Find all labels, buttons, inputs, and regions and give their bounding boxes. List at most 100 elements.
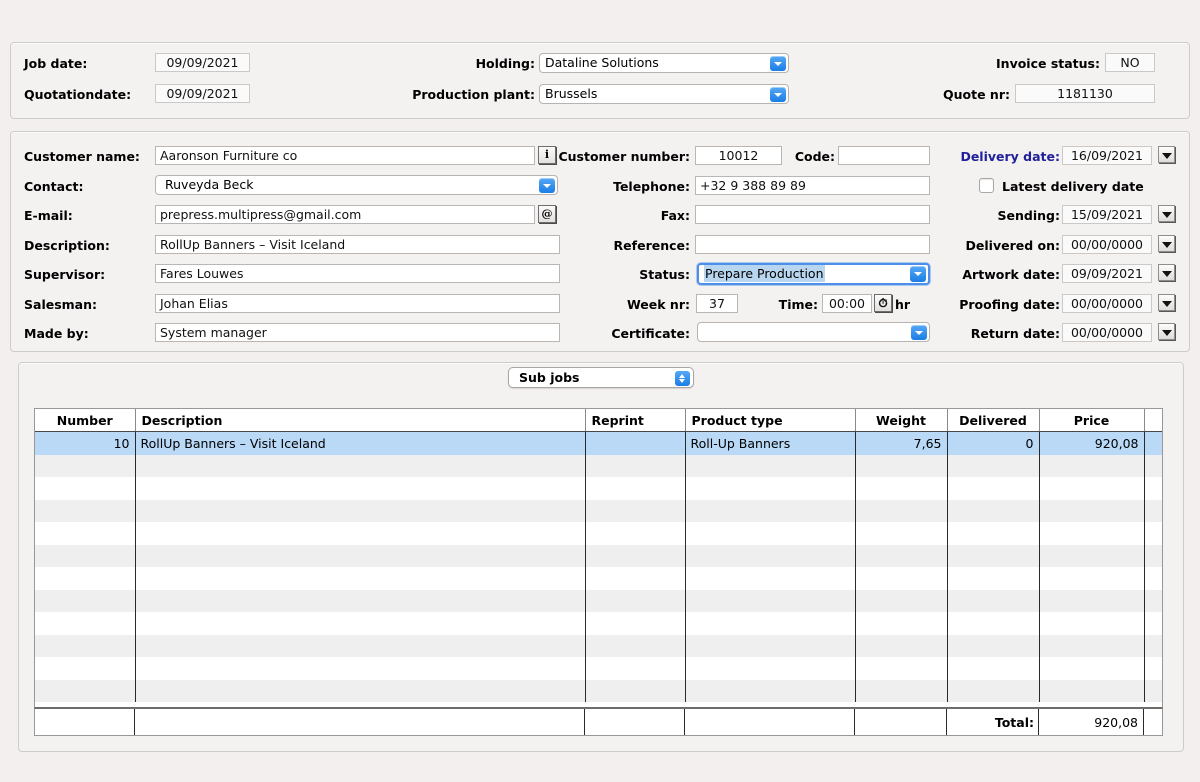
artwork-date-input[interactable]: 09/09/2021 — [1062, 264, 1152, 283]
delivered-on-stepper-icon[interactable] — [1158, 235, 1175, 252]
cell-spacer — [1144, 657, 1162, 680]
latest-delivery-date-checkbox[interactable] — [979, 178, 994, 193]
fax-input[interactable] — [695, 205, 930, 224]
made-by-input[interactable]: System manager — [155, 323, 560, 342]
cell-empty — [947, 612, 1040, 635]
week-nr-label: Week nr: — [626, 297, 690, 312]
cell-delivered: 0 — [947, 431, 1040, 455]
cell-spacer — [1144, 454, 1162, 477]
chevron-down-icon[interactable] — [911, 325, 927, 340]
code-input[interactable] — [838, 146, 930, 165]
cell-weight: 7,65 — [855, 431, 948, 455]
cell-empty — [585, 612, 686, 635]
chevron-down-icon[interactable] — [770, 56, 786, 71]
cell-empty — [855, 454, 948, 477]
table-row[interactable] — [35, 567, 1162, 590]
proofing-date-input[interactable]: 00/00/0000 — [1062, 294, 1152, 313]
table-row[interactable] — [35, 454, 1162, 477]
delivery-date-stepper-icon[interactable] — [1158, 146, 1175, 163]
subjobs-table[interactable]: Number Description Reprint Product type … — [34, 408, 1163, 736]
reference-input[interactable] — [695, 235, 930, 254]
table-row[interactable] — [35, 477, 1162, 500]
delivered-on-label: Delivered on: — [965, 238, 1060, 253]
time-input[interactable]: 00:00 — [822, 294, 872, 313]
contact-combobox[interactable]: Ruveyda Beck — [155, 175, 558, 195]
cell-empty — [585, 544, 686, 567]
table-row[interactable] — [35, 499, 1162, 522]
salesman-label: Salesman: — [24, 297, 97, 312]
time-label: Time: — [778, 297, 818, 312]
column-header-delivered[interactable]: Delivered — [947, 409, 1040, 432]
return-date-stepper-icon[interactable] — [1158, 323, 1175, 340]
cell-empty — [685, 454, 856, 477]
cell-empty — [585, 657, 686, 680]
subjobs-selector[interactable]: Sub jobs — [508, 367, 694, 388]
artwork-date-stepper-icon[interactable] — [1158, 264, 1175, 281]
cell-empty — [685, 612, 856, 635]
column-header-number[interactable]: Number — [35, 409, 136, 432]
cell-empty — [35, 499, 136, 522]
cell-empty — [947, 454, 1040, 477]
certificate-combobox[interactable] — [697, 322, 930, 342]
table-row[interactable] — [35, 544, 1162, 567]
total-divider-2 — [584, 709, 585, 735]
cell-empty — [855, 612, 948, 635]
telephone-label: Telephone: — [613, 179, 690, 194]
column-header-product-type[interactable]: Product type — [685, 409, 856, 432]
chevron-down-icon[interactable] — [539, 178, 555, 193]
holding-combobox[interactable]: Dataline Solutions — [539, 53, 789, 73]
delivery-date-input[interactable]: 16/09/2021 — [1062, 146, 1152, 165]
table-row[interactable] — [35, 522, 1162, 545]
chevron-down-icon[interactable] — [910, 266, 926, 282]
cell-empty — [855, 657, 948, 680]
cell-empty — [947, 657, 1040, 680]
delivered-on-input[interactable]: 00/00/0000 — [1062, 235, 1152, 254]
table-row[interactable] — [35, 612, 1162, 635]
status-combobox[interactable]: Prepare Production — [697, 263, 930, 285]
job-date-field[interactable]: 09/09/2021 — [155, 53, 250, 72]
chevron-down-icon[interactable] — [770, 87, 786, 102]
email-at-icon[interactable]: @ — [538, 205, 556, 223]
sending-input[interactable]: 15/09/2021 — [1062, 205, 1152, 224]
email-input[interactable]: prepress.multipress@gmail.com — [155, 205, 535, 224]
return-date-input[interactable]: 00/00/0000 — [1062, 323, 1152, 342]
table-row[interactable] — [35, 679, 1162, 702]
column-header-description[interactable]: Description — [135, 409, 586, 432]
column-header-price[interactable]: Price — [1039, 409, 1145, 432]
total-divider-3 — [684, 709, 685, 735]
total-divider-4 — [854, 709, 855, 735]
cell-empty — [135, 499, 586, 522]
sending-stepper-icon[interactable] — [1158, 205, 1175, 222]
quotation-date-field[interactable]: 09/09/2021 — [155, 84, 250, 103]
column-header-reprint[interactable]: Reprint — [585, 409, 686, 432]
proofing-date-stepper-icon[interactable] — [1158, 294, 1175, 311]
cell-spacer — [1144, 499, 1162, 522]
customer-name-input[interactable]: Aaronson Furniture co — [155, 146, 535, 165]
email-label: E-mail: — [24, 208, 73, 223]
contact-value: Ruveyda Beck — [165, 177, 254, 192]
description-input[interactable]: RollUp Banners – Visit Iceland — [155, 235, 560, 254]
table-row[interactable]: 10 RollUp Banners – Visit Iceland Roll-Up … — [35, 431, 1162, 455]
return-date-label: Return date: — [970, 326, 1060, 341]
cell-empty — [1039, 522, 1145, 545]
column-header-weight[interactable]: Weight — [855, 409, 948, 432]
cell-empty — [585, 679, 686, 702]
quote-nr-label: Quote nr: — [943, 87, 1010, 102]
table-row[interactable] — [35, 634, 1162, 657]
time-unit-label: hr — [895, 297, 911, 312]
cell-empty — [685, 679, 856, 702]
salesman-input[interactable]: Johan Elias — [155, 294, 560, 313]
telephone-input[interactable]: +32 9 388 89 89 — [695, 176, 930, 195]
artwork-date-label: Artwork date: — [962, 267, 1060, 282]
production-plant-combobox[interactable]: Brussels — [539, 84, 789, 104]
cell-empty — [685, 477, 856, 500]
cell-empty — [35, 454, 136, 477]
supervisor-input[interactable]: Fares Louwes — [155, 264, 560, 283]
chevron-updown-icon[interactable] — [675, 371, 690, 386]
production-plant-value: Brussels — [545, 86, 598, 101]
clock-icon[interactable]: ⏱ — [874, 294, 892, 312]
cell-empty — [685, 499, 856, 522]
table-row[interactable] — [35, 657, 1162, 680]
cell-empty — [855, 634, 948, 657]
table-row[interactable] — [35, 589, 1162, 612]
